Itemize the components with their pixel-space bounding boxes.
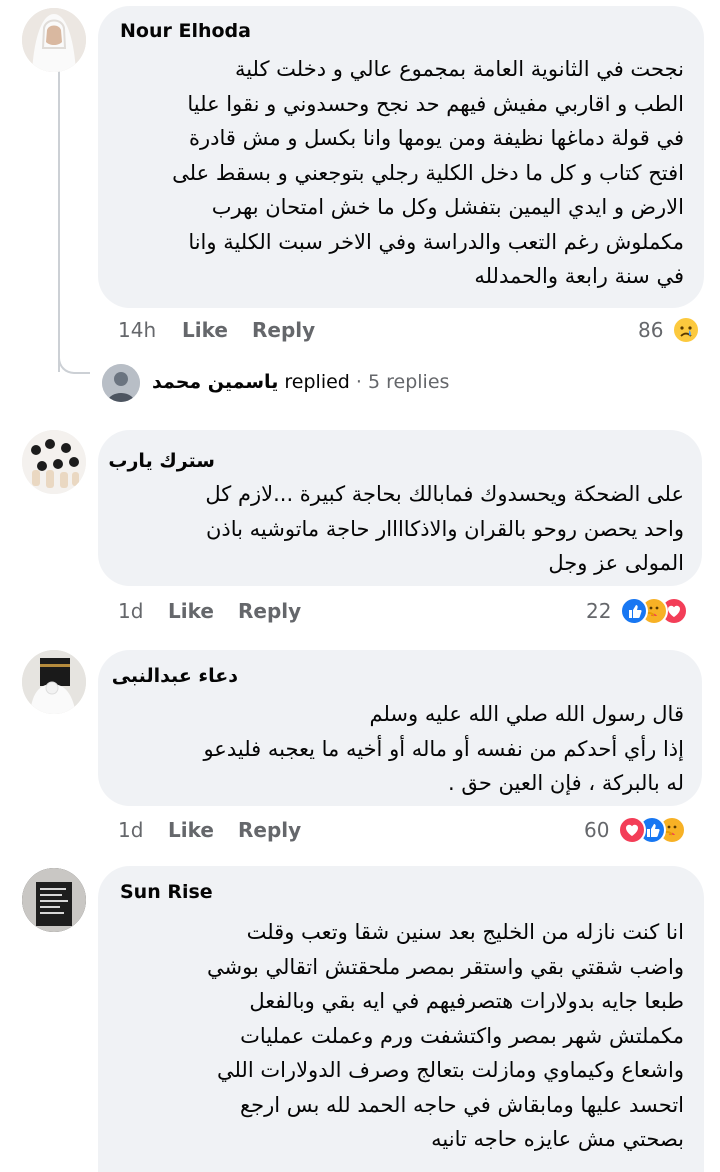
reply-avatar[interactable] <box>102 364 140 402</box>
avatar-image <box>22 868 86 932</box>
avatar-image <box>22 8 86 72</box>
comment-time[interactable]: 1d <box>118 818 143 842</box>
comment-text: على الضحكة ويحسدوك فمابالك بحاجة كبيرة .… <box>205 482 684 575</box>
comment-time[interactable]: 1d <box>118 599 143 623</box>
reply-button[interactable]: Reply <box>238 818 301 842</box>
sad-reaction-icon <box>672 316 700 344</box>
comment-text: انا كنت نازله من الخليج بعد سنين شقا وتع… <box>207 920 684 1151</box>
comment-author[interactable]: Nour Elhoda <box>120 20 251 42</box>
reply-button[interactable]: Reply <box>252 318 315 342</box>
thread-connector-curve <box>58 352 90 374</box>
love-reaction-icon <box>618 816 646 844</box>
comment-author[interactable]: Sun Rise <box>120 881 213 903</box>
avatar[interactable] <box>22 8 86 72</box>
like-reaction-icon <box>620 597 648 625</box>
reply-button[interactable]: Reply <box>238 599 301 623</box>
reply-count: 5 replies <box>367 371 450 393</box>
reply-author: ياسمين محمد <box>152 371 279 393</box>
reply-separator: · <box>355 371 362 393</box>
comment-time[interactable]: 14h <box>118 318 156 342</box>
avatar-image <box>22 430 86 494</box>
reaction-count[interactable]: 60 <box>584 818 609 842</box>
avatar[interactable] <box>22 650 86 714</box>
comment-author[interactable]: دعاء عبدالنبى <box>112 665 238 687</box>
reaction-count[interactable]: 22 <box>586 599 611 623</box>
like-button[interactable]: Like <box>182 318 228 342</box>
avatar[interactable] <box>22 868 86 932</box>
thread-connector-line <box>58 66 60 372</box>
comment-author[interactable]: سترك يارب <box>108 450 215 472</box>
reply-summary[interactable]: ياسمين محمد replied · 5 replies <box>152 371 449 393</box>
reply-action: replied <box>284 371 350 393</box>
avatar-image <box>22 650 86 714</box>
comment-text: نجحت في الثانوية العامة بمجموع عالي و دخ… <box>172 57 684 288</box>
like-button[interactable]: Like <box>168 599 214 623</box>
like-button[interactable]: Like <box>168 818 214 842</box>
reaction-count[interactable]: 86 <box>638 318 663 342</box>
comment-text: قال رسول الله صلي الله عليه وسلم إذا رأي… <box>203 702 684 795</box>
avatar[interactable] <box>22 430 86 494</box>
